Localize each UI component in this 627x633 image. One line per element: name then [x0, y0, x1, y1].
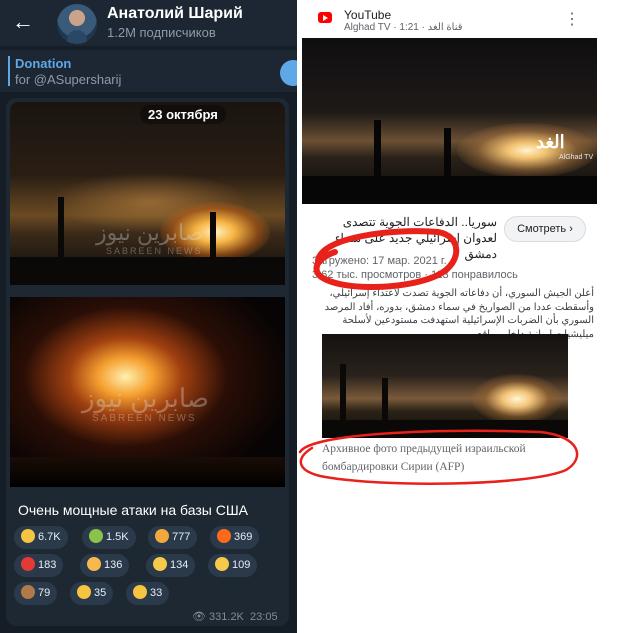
reaction-chip[interactable]: 79	[14, 582, 58, 605]
article-photo	[322, 334, 568, 438]
subscriber-count: 1.2M подписчиков	[107, 25, 216, 40]
post-time: 23:05	[250, 611, 278, 623]
screenshot-collage: ← Анатолий Шарий 1.2M подписчиков Donati…	[0, 0, 627, 633]
back-arrow-icon[interactable]: ←	[10, 9, 36, 35]
eye-icon: 👁	[192, 611, 206, 623]
pinned-title: Donation	[15, 56, 72, 71]
pinned-text: for @ASupersharij	[15, 72, 122, 87]
see-no-evil-monkey-icon	[21, 585, 35, 599]
alghad-logo-sub: AlGhad TV	[559, 154, 594, 161]
reaction-chip[interactable]: 777	[148, 526, 198, 549]
reaction-chip[interactable]: 33	[126, 582, 170, 605]
youtube-logo-icon	[318, 12, 332, 23]
channel-name[interactable]: Анатолий Шарий	[107, 5, 243, 23]
alghad-logo: الغد	[536, 132, 565, 152]
reaction-chip[interactable]: 134	[146, 554, 196, 577]
crying-face-icon	[215, 557, 229, 571]
reaction-chip[interactable]: 136	[80, 554, 130, 577]
post-meta: 👁 331.2K 23:05	[192, 610, 278, 623]
thumbs-up-icon	[21, 529, 35, 543]
watch-button-label: Смотреть	[517, 223, 567, 235]
heart-icon	[21, 557, 35, 571]
post-photo-1[interactable]: صابرين نيوز SABREEN NEWS 23 октября	[10, 102, 285, 285]
folded-hands-icon	[133, 585, 147, 599]
video-thumbnail[interactable]: الغد AlGhad TV	[302, 38, 597, 204]
channel-post: صابرين نيوز SABREEN NEWS 23 октября صابر…	[6, 98, 289, 626]
telegram-channel-panel: ← Анатолий Шарий 1.2M подписчиков Donati…	[0, 0, 297, 633]
channel-avatar[interactable]	[57, 4, 97, 44]
video-source-line: Alghad TV · 1:21 · قناة الغد	[344, 22, 463, 33]
more-vert-icon[interactable]: ⋮	[564, 12, 580, 28]
date-badge: 23 октября	[140, 105, 226, 124]
watermark-arabic: صابرين نيوز	[96, 220, 204, 245]
reaction-chip[interactable]: 6.7K	[14, 526, 68, 549]
reaction-chip[interactable]: 1.5K	[82, 526, 136, 549]
reaction-chip[interactable]: 109	[208, 554, 258, 577]
watermark-latin: SABREEN NEWS	[92, 413, 197, 424]
clapping-hands-icon	[77, 585, 91, 599]
youtube-app-name: YouTube	[344, 8, 392, 22]
post-caption: Очень мощные атаки на базы США	[18, 502, 249, 518]
upload-date: Загружено: 17 мар. 2021 г.	[312, 255, 447, 267]
caption-line-2: бомбардировки Сирии (AFP)	[322, 461, 465, 473]
reaction-chip[interactable]: 35	[70, 582, 114, 605]
fire-icon	[217, 529, 231, 543]
channel-header: ← Анатолий Шарий 1.2M подписчиков	[0, 0, 297, 46]
watermark-arabic: صابرين نيوز	[82, 383, 209, 413]
pinned-message-bar[interactable]: Donation for @ASupersharij	[0, 50, 297, 92]
watermark-latin: SABREEN NEWS	[106, 246, 203, 256]
screaming-face-icon	[153, 557, 167, 571]
reaction-chip[interactable]: 183	[14, 554, 64, 577]
watch-button[interactable]: Смотреть ›	[504, 216, 586, 242]
video-description: أعلن الجيش السوري، أن دفاعاته الجوية تصد…	[324, 288, 594, 340]
reaction-chip[interactable]: 369	[210, 526, 260, 549]
exploding-head-icon	[155, 529, 169, 543]
champagne-icon	[89, 529, 103, 543]
pinned-indicator	[8, 56, 10, 86]
party-popper-icon	[87, 557, 101, 571]
caption-line-1: Архивное фото предыдущей израильской	[322, 443, 526, 455]
view-count: 331.2K	[209, 611, 244, 623]
article-photo-caption: Архивное фото предыдущей израильской бом…	[322, 440, 572, 476]
post-photo-2[interactable]: صابرين نيوز SABREEN NEWS	[10, 297, 285, 487]
video-stats: 3,62 тыс. просмотров · 113 понравилось	[312, 269, 518, 281]
